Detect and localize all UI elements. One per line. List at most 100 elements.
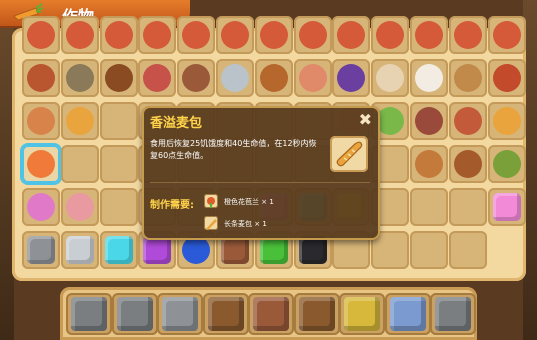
inventory-slot[interactable] [410, 188, 448, 226]
hotbar-slot[interactable] [384, 293, 431, 335]
roast-meat-icon [27, 64, 55, 92]
inventory-slot[interactable] [22, 16, 60, 54]
inventory-slot[interactable] [60, 59, 99, 97]
inventory-slot[interactable] [60, 16, 99, 54]
inventory-slot[interactable] [22, 188, 60, 226]
rice-bowl-icon [415, 64, 443, 92]
drumstick-icon [298, 64, 327, 92]
inventory-slot[interactable] [99, 145, 138, 183]
wood-block-icon [207, 297, 244, 331]
meat-icon [104, 21, 133, 49]
meat-icon [376, 21, 405, 49]
hotbar-slot[interactable] [430, 293, 476, 335]
dirt-block-icon [221, 236, 249, 264]
inventory-slot[interactable] [177, 16, 216, 54]
inventory-slot[interactable] [60, 102, 99, 140]
inventory-slot[interactable] [448, 231, 487, 269]
hotbar-slot[interactable] [339, 293, 385, 335]
ham-slice-icon [65, 193, 94, 221]
inventory-slot[interactable] [99, 231, 138, 269]
inventory-slot[interactable] [371, 59, 410, 97]
shrimp-icon [27, 150, 55, 178]
bowl-soup-icon [453, 150, 482, 178]
inventory-slot[interactable] [60, 145, 99, 183]
inventory-slot[interactable] [410, 16, 448, 54]
grass-block-icon [389, 297, 426, 331]
hotbar-slot[interactable] [202, 293, 249, 335]
tooltip-divider [150, 182, 370, 183]
inventory-slot[interactable] [22, 102, 60, 140]
inventory-slot[interactable] [99, 102, 138, 140]
hotbar-slot[interactable] [293, 293, 340, 335]
cooked-chicken-icon [259, 64, 288, 92]
inventory-slot[interactable] [22, 145, 60, 183]
meat-icon [337, 21, 366, 49]
cooked-fish-icon [104, 64, 133, 92]
hotbar-slot[interactable] [248, 293, 294, 335]
inventory-slot[interactable] [293, 16, 332, 54]
stone-block-icon [116, 297, 153, 331]
steak-plate-icon [453, 107, 482, 135]
inventory-slot[interactable] [177, 59, 216, 97]
tooltip-item-frame [330, 136, 368, 172]
inventory-slot[interactable] [487, 188, 526, 226]
inventory-slot[interactable] [332, 59, 371, 97]
meat-icon [298, 21, 327, 49]
ingredient-item: 长条麦包 × 1 [204, 216, 364, 232]
hotbar-slot[interactable] [111, 293, 158, 335]
gray-block-icon [27, 236, 55, 264]
inventory-slot[interactable] [22, 231, 60, 269]
inventory-slot[interactable] [448, 145, 487, 183]
orange-flower-icon [204, 194, 218, 208]
inventory-slot[interactable] [60, 188, 99, 226]
green-block-icon [259, 236, 288, 264]
inventory-slot[interactable] [60, 231, 99, 269]
pink-flower-icon [27, 193, 55, 221]
hotbar-slot[interactable] [66, 293, 112, 335]
inventory-slot[interactable] [410, 59, 448, 97]
inventory-slot[interactable] [448, 16, 487, 54]
inventory-slot[interactable] [487, 102, 526, 140]
wood-block-icon [298, 297, 335, 331]
cyan-block-icon [104, 236, 133, 264]
ingredient-label: 长条麦包 × 1 [224, 220, 267, 228]
baguette-icon [336, 141, 363, 167]
inventory-slot[interactable] [371, 16, 410, 54]
basket-icon [453, 64, 482, 92]
inventory-slot[interactable] [22, 59, 60, 97]
inventory-slot[interactable] [332, 16, 371, 54]
inventory-slot[interactable] [216, 59, 254, 97]
inventory-slot[interactable] [410, 102, 448, 140]
meat-icon [143, 21, 172, 49]
ingredient-label: 橙色花苞兰 × 1 [224, 198, 274, 206]
sand-block-icon [344, 297, 380, 331]
close-icon[interactable]: ✖ [359, 110, 372, 129]
inventory-slot[interactable] [487, 145, 526, 183]
hotbar-slot[interactable] [157, 293, 203, 335]
inventory-slot[interactable] [254, 16, 293, 54]
fish-icon [65, 64, 94, 92]
inventory-slot[interactable] [448, 102, 487, 140]
inventory-slot[interactable] [448, 188, 487, 226]
inventory-slot[interactable] [293, 59, 332, 97]
burger-icon [415, 150, 443, 178]
inventory-slot[interactable] [99, 16, 138, 54]
cabbage-icon [376, 107, 405, 135]
inventory-slot[interactable] [487, 59, 526, 97]
inventory-slot[interactable] [254, 59, 293, 97]
inventory-slot[interactable] [410, 231, 448, 269]
inventory-slot[interactable] [99, 188, 138, 226]
inventory-slot[interactable] [216, 16, 254, 54]
mushroom-icon [415, 107, 443, 135]
inventory-slot[interactable] [138, 59, 177, 97]
inventory-slot[interactable] [138, 16, 177, 54]
silver-fish-icon [221, 64, 249, 92]
silver-block-icon [65, 236, 94, 264]
inventory-slot[interactable] [487, 16, 526, 54]
craft-requirement-label: 制作需要: [150, 200, 194, 211]
purple-block-icon [143, 236, 172, 264]
inventory-slot[interactable] [410, 145, 448, 183]
inventory-slot[interactable] [448, 59, 487, 97]
inventory-slot[interactable] [99, 59, 138, 97]
stone-block-icon [435, 297, 471, 331]
